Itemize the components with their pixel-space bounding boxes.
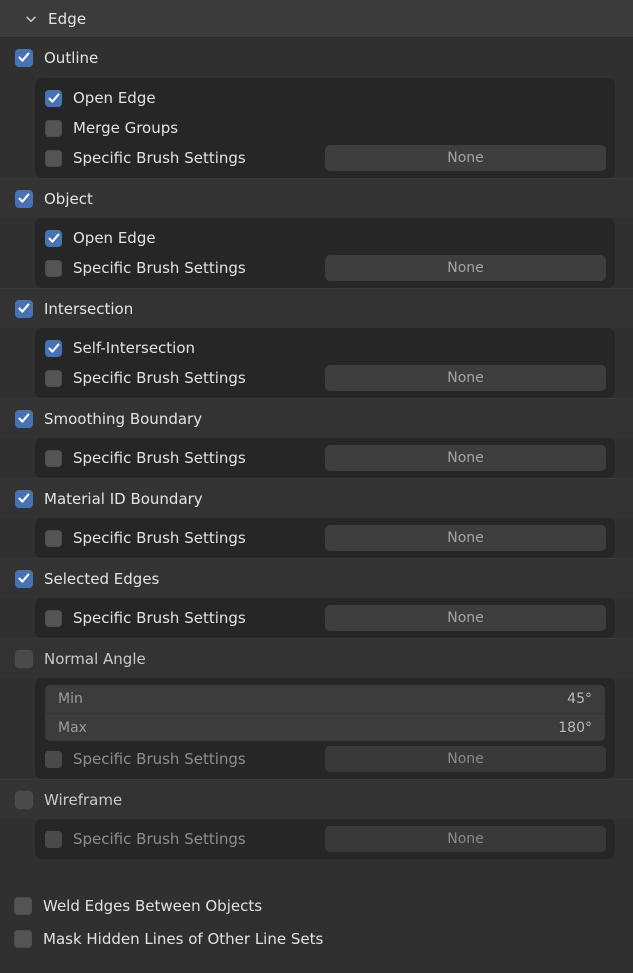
suboption-row-normal-angle-specific-brush-settings[interactable]: Specific Brush Settings None [35, 744, 615, 774]
group-label-wireframe: Wireframe [44, 791, 122, 809]
slider-normal-angle-max[interactable]: Max 180° [45, 713, 605, 741]
slider-label-max: Max [58, 720, 87, 736]
brush-settings-dropdown-smoothing-boundary[interactable]: None [325, 445, 606, 471]
suboption-label-material-id-boundary-specific-brush-settings: Specific Brush Settings [73, 529, 246, 547]
checkbox-normal-angle-specific-brush-settings[interactable] [45, 751, 62, 768]
brush-settings-dropdown-selected-edges[interactable]: None [325, 605, 606, 631]
checkbox-outline-open-edge[interactable] [45, 90, 62, 107]
option-row-mask-hidden-lines-of-other-line-sets[interactable]: Mask Hidden Lines of Other Line Sets [0, 922, 633, 955]
slider-normal-angle-min[interactable]: Min 45° [45, 685, 605, 713]
suboption-row-wireframe-specific-brush-settings[interactable]: Specific Brush Settings None [35, 824, 615, 854]
checkbox-intersection[interactable] [15, 300, 33, 318]
checkbox-intersection-self-intersection[interactable] [45, 340, 62, 357]
slider-group-normal-angle: Min 45° Max 180° [45, 685, 605, 741]
checkbox-object[interactable] [15, 190, 33, 208]
checkbox-wireframe[interactable] [15, 791, 33, 809]
suboption-label-smoothing-boundary-specific-brush-settings: Specific Brush Settings [73, 449, 246, 467]
option-label-mask-hidden-lines-of-other-line-sets: Mask Hidden Lines of Other Line Sets [43, 930, 323, 948]
checkbox-mask-hidden-lines-of-other-line-sets[interactable] [14, 930, 32, 948]
group-label-intersection: Intersection [44, 300, 133, 318]
suboption-row-material-id-boundary-specific-brush-settings[interactable]: Specific Brush Settings None [35, 523, 615, 553]
checkbox-normal-angle[interactable] [15, 650, 33, 668]
checkbox-outline-specific-brush-settings[interactable] [45, 150, 62, 167]
suboption-row-outline-specific-brush-settings[interactable]: Specific Brush Settings None [35, 143, 615, 173]
suboption-label-object-specific-brush-settings: Specific Brush Settings [73, 259, 246, 277]
slider-value-min: 45° [567, 691, 592, 707]
brush-settings-dropdown-wireframe[interactable]: None [325, 826, 606, 852]
group-row-intersection[interactable]: Intersection [0, 288, 633, 328]
group-label-object: Object [44, 190, 93, 208]
subpanel-object: Open Edge Specific Brush Settings None [35, 218, 615, 288]
checkbox-selected-edges-specific-brush-settings[interactable] [45, 610, 62, 627]
slider-value-max: 180° [558, 720, 592, 736]
checkbox-smoothing-boundary-specific-brush-settings[interactable] [45, 450, 62, 467]
suboption-label-outline-specific-brush-settings: Specific Brush Settings [73, 149, 246, 167]
group-label-outline: Outline [44, 49, 98, 67]
subpanel-selected-edges: Specific Brush Settings None [35, 598, 615, 638]
brush-settings-dropdown-outline[interactable]: None [325, 145, 606, 171]
suboption-label-intersection-specific-brush-settings: Specific Brush Settings [73, 369, 246, 387]
suboption-row-smoothing-boundary-specific-brush-settings[interactable]: Specific Brush Settings None [35, 443, 615, 473]
suboption-row-object-specific-brush-settings[interactable]: Specific Brush Settings None [35, 253, 615, 283]
checkbox-selected-edges[interactable] [15, 570, 33, 588]
checkbox-object-open-edge[interactable] [45, 230, 62, 247]
suboption-label-outline-open-edge: Open Edge [73, 89, 156, 107]
edge-panel-body: Outline Open Edge Merge Groups Specific Bru… [0, 38, 633, 973]
group-row-outline[interactable]: Outline [0, 38, 633, 78]
group-label-normal-angle: Normal Angle [44, 650, 146, 668]
checkbox-object-specific-brush-settings[interactable] [45, 260, 62, 277]
brush-settings-dropdown-normal-angle[interactable]: None [325, 746, 606, 772]
group-row-object[interactable]: Object [0, 178, 633, 218]
edge-panel-header[interactable]: Edge [0, 0, 633, 38]
subpanel-intersection: Self-Intersection Specific Brush Settings… [35, 328, 615, 398]
group-row-normal-angle[interactable]: Normal Angle [0, 638, 633, 678]
checkbox-smoothing-boundary[interactable] [15, 410, 33, 428]
checkbox-outline-merge-groups[interactable] [45, 120, 62, 137]
checkbox-outline[interactable] [15, 49, 33, 67]
suboption-row-intersection-specific-brush-settings[interactable]: Specific Brush Settings None [35, 363, 615, 393]
checkbox-intersection-specific-brush-settings[interactable] [45, 370, 62, 387]
group-row-smoothing-boundary[interactable]: Smoothing Boundary [0, 398, 633, 438]
edge-global-options: Weld Edges Between Objects Mask Hidden Li… [0, 859, 633, 955]
edge-options-list: Outline Open Edge Merge Groups Specific Bru… [0, 38, 633, 859]
suboption-row-outline-merge-groups[interactable]: Merge Groups [35, 113, 615, 143]
brush-settings-dropdown-material-id-boundary[interactable]: None [325, 525, 606, 551]
suboption-row-intersection-self-intersection[interactable]: Self-Intersection [35, 333, 615, 363]
checkbox-weld-edges-between-objects[interactable] [14, 897, 32, 915]
subpanel-wireframe: Specific Brush Settings None [35, 819, 615, 859]
checkbox-material-id-boundary-specific-brush-settings[interactable] [45, 530, 62, 547]
group-row-wireframe[interactable]: Wireframe [0, 779, 633, 819]
suboption-label-selected-edges-specific-brush-settings: Specific Brush Settings [73, 609, 246, 627]
slider-label-min: Min [58, 691, 83, 707]
suboption-row-object-open-edge[interactable]: Open Edge [35, 223, 615, 253]
suboption-row-outline-open-edge[interactable]: Open Edge [35, 83, 615, 113]
page-title: Edge [48, 10, 86, 28]
group-row-material-id-boundary[interactable]: Material ID Boundary [0, 478, 633, 518]
option-label-weld-edges-between-objects: Weld Edges Between Objects [43, 897, 262, 915]
suboption-label-object-open-edge: Open Edge [73, 229, 156, 247]
suboption-label-wireframe-specific-brush-settings: Specific Brush Settings [73, 830, 246, 848]
subpanel-material-id-boundary: Specific Brush Settings None [35, 518, 615, 558]
brush-settings-dropdown-object[interactable]: None [325, 255, 606, 281]
group-row-selected-edges[interactable]: Selected Edges [0, 558, 633, 598]
subpanel-normal-angle: Min 45° Max 180° Specific Brush Settings None [35, 678, 615, 779]
chevron-down-icon [24, 12, 38, 26]
suboption-label-outline-merge-groups: Merge Groups [73, 119, 178, 137]
group-label-selected-edges: Selected Edges [44, 570, 159, 588]
group-label-smoothing-boundary: Smoothing Boundary [44, 410, 202, 428]
suboption-label-normal-angle-specific-brush-settings: Specific Brush Settings [73, 750, 246, 768]
checkbox-material-id-boundary[interactable] [15, 490, 33, 508]
suboption-label-intersection-self-intersection: Self-Intersection [73, 339, 195, 357]
option-row-weld-edges-between-objects[interactable]: Weld Edges Between Objects [0, 889, 633, 922]
brush-settings-dropdown-intersection[interactable]: None [325, 365, 606, 391]
suboption-row-selected-edges-specific-brush-settings[interactable]: Specific Brush Settings None [35, 603, 615, 633]
group-label-material-id-boundary: Material ID Boundary [44, 490, 203, 508]
checkbox-wireframe-specific-brush-settings[interactable] [45, 831, 62, 848]
subpanel-outline: Open Edge Merge Groups Specific Brush Sett… [35, 78, 615, 178]
subpanel-smoothing-boundary: Specific Brush Settings None [35, 438, 615, 478]
